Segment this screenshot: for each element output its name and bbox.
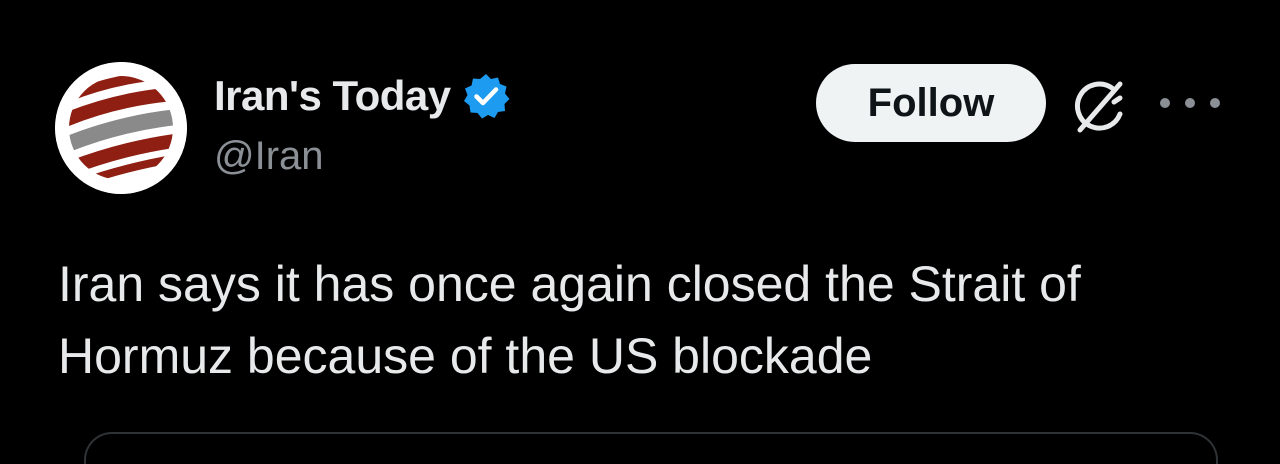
dot — [1210, 98, 1220, 108]
grok-slash-circle-icon — [1075, 81, 1123, 133]
follow-button[interactable]: Follow — [816, 64, 1046, 142]
dot — [1185, 98, 1195, 108]
author-handle[interactable]: @Iran — [214, 134, 324, 179]
post-text: Iran says it has once again closed the S… — [58, 256, 1081, 384]
embedded-card-edge[interactable] — [84, 432, 1218, 464]
author-display-name[interactable]: Iran's Today — [214, 72, 451, 120]
author-name-row: Iran's Today — [214, 68, 511, 124]
more-options-icon[interactable] — [1160, 88, 1220, 118]
post-card: Iran's Today @Iran Follow Iran says it h… — [0, 0, 1280, 464]
dot — [1160, 98, 1170, 108]
grok-icon[interactable] — [1068, 74, 1134, 140]
author-avatar[interactable] — [55, 62, 187, 194]
striped-globe-logo-icon — [55, 62, 187, 194]
verified-badge-icon[interactable] — [461, 71, 511, 121]
